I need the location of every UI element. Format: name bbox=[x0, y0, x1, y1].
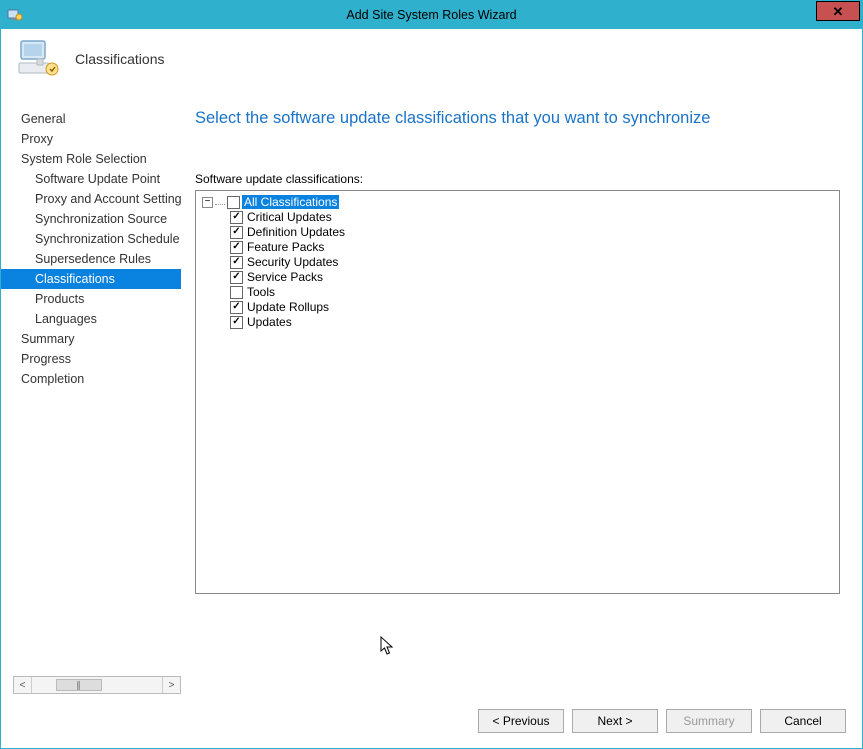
scroll-right-icon[interactable]: > bbox=[162, 677, 180, 693]
tree-root-row[interactable]: − All Classifications bbox=[202, 195, 833, 209]
tree-item-label: Tools bbox=[247, 285, 275, 299]
tree-item-label: Update Rollups bbox=[247, 300, 329, 314]
close-icon: ✕ bbox=[833, 5, 844, 18]
summary-button: Summary bbox=[666, 709, 752, 733]
main-heading: Select the software update classificatio… bbox=[195, 109, 840, 128]
page-title: Classifications bbox=[75, 51, 164, 67]
tree-children: Critical UpdatesDefinition UpdatesFeatur… bbox=[230, 210, 833, 329]
tree-item-checkbox[interactable] bbox=[230, 271, 243, 284]
tree-item-label: Security Updates bbox=[247, 255, 338, 269]
tree-connector bbox=[215, 199, 225, 205]
nav-item-products[interactable]: Products bbox=[1, 289, 181, 309]
nav-item-proxy-and-account-settings[interactable]: Proxy and Account Settings bbox=[1, 189, 181, 209]
scroll-thumb[interactable]: ∥ bbox=[56, 679, 102, 691]
nav-item-synchronization-schedule[interactable]: Synchronization Schedule bbox=[1, 229, 181, 249]
scroll-track[interactable]: ∥ bbox=[32, 677, 162, 693]
tree-root-label[interactable]: All Classifications bbox=[242, 195, 339, 209]
tree-item-feature-packs[interactable]: Feature Packs bbox=[230, 240, 833, 254]
nav-item-classifications[interactable]: Classifications bbox=[1, 269, 181, 289]
tree-item-label: Updates bbox=[247, 315, 292, 329]
nav-sidebar: GeneralProxySystem Role SelectionSoftwar… bbox=[1, 89, 181, 694]
wizard-window: Add Site System Roles Wizard ✕ Classific… bbox=[0, 0, 863, 749]
tree-item-checkbox[interactable] bbox=[230, 211, 243, 224]
body: GeneralProxySystem Role SelectionSoftwar… bbox=[1, 89, 862, 694]
tree-item-label: Critical Updates bbox=[247, 210, 332, 224]
main-panel: Select the software update classificatio… bbox=[181, 89, 862, 694]
nav-item-supersedence-rules[interactable]: Supersedence Rules bbox=[1, 249, 181, 269]
tree-item-checkbox[interactable] bbox=[230, 256, 243, 269]
tree-item-security-updates[interactable]: Security Updates bbox=[230, 255, 833, 269]
tree-item-label: Definition Updates bbox=[247, 225, 345, 239]
tree-item-checkbox[interactable] bbox=[230, 226, 243, 239]
app-icon bbox=[7, 7, 23, 23]
cancel-button[interactable]: Cancel bbox=[760, 709, 846, 733]
page-header: Classifications bbox=[1, 29, 862, 89]
window-title: Add Site System Roles Wizard bbox=[1, 8, 862, 22]
tree-item-update-rollups[interactable]: Update Rollups bbox=[230, 300, 833, 314]
tree-item-service-packs[interactable]: Service Packs bbox=[230, 270, 833, 284]
tree-item-checkbox[interactable] bbox=[230, 286, 243, 299]
nav-item-languages[interactable]: Languages bbox=[1, 309, 181, 329]
computer-icon bbox=[17, 39, 61, 79]
tree-item-checkbox[interactable] bbox=[230, 241, 243, 254]
wizard-footer: < Previous Next > Summary Cancel bbox=[1, 694, 862, 748]
tree-collapse-icon[interactable]: − bbox=[202, 197, 213, 208]
tree-item-critical-updates[interactable]: Critical Updates bbox=[230, 210, 833, 224]
nav-item-system-role-selection[interactable]: System Role Selection bbox=[1, 149, 181, 169]
tree-item-label: Service Packs bbox=[247, 270, 323, 284]
tree-item-tools[interactable]: Tools bbox=[230, 285, 833, 299]
nav-item-progress[interactable]: Progress bbox=[1, 349, 181, 369]
close-button[interactable]: ✕ bbox=[816, 1, 860, 21]
next-button[interactable]: Next > bbox=[572, 709, 658, 733]
nav-horizontal-scrollbar[interactable]: < ∥ > bbox=[13, 676, 181, 694]
nav-item-software-update-point[interactable]: Software Update Point bbox=[1, 169, 181, 189]
tree-item-label: Feature Packs bbox=[247, 240, 324, 254]
nav-item-summary[interactable]: Summary bbox=[1, 329, 181, 349]
previous-button[interactable]: < Previous bbox=[478, 709, 564, 733]
nav-item-general[interactable]: General bbox=[1, 109, 181, 129]
titlebar: Add Site System Roles Wizard ✕ bbox=[1, 1, 862, 29]
tree-item-checkbox[interactable] bbox=[230, 301, 243, 314]
scroll-left-icon[interactable]: < bbox=[14, 677, 32, 693]
tree-item-checkbox[interactable] bbox=[230, 316, 243, 329]
tree-root-checkbox[interactable] bbox=[227, 196, 240, 209]
nav-item-synchronization-source[interactable]: Synchronization Source bbox=[1, 209, 181, 229]
nav-item-proxy[interactable]: Proxy bbox=[1, 129, 181, 149]
nav-item-completion[interactable]: Completion bbox=[1, 369, 181, 389]
classifications-tree[interactable]: − All Classifications Critical UpdatesDe… bbox=[195, 190, 840, 594]
tree-item-definition-updates[interactable]: Definition Updates bbox=[230, 225, 833, 239]
tree-item-updates[interactable]: Updates bbox=[230, 315, 833, 329]
tree-label: Software update classifications: bbox=[195, 172, 840, 186]
